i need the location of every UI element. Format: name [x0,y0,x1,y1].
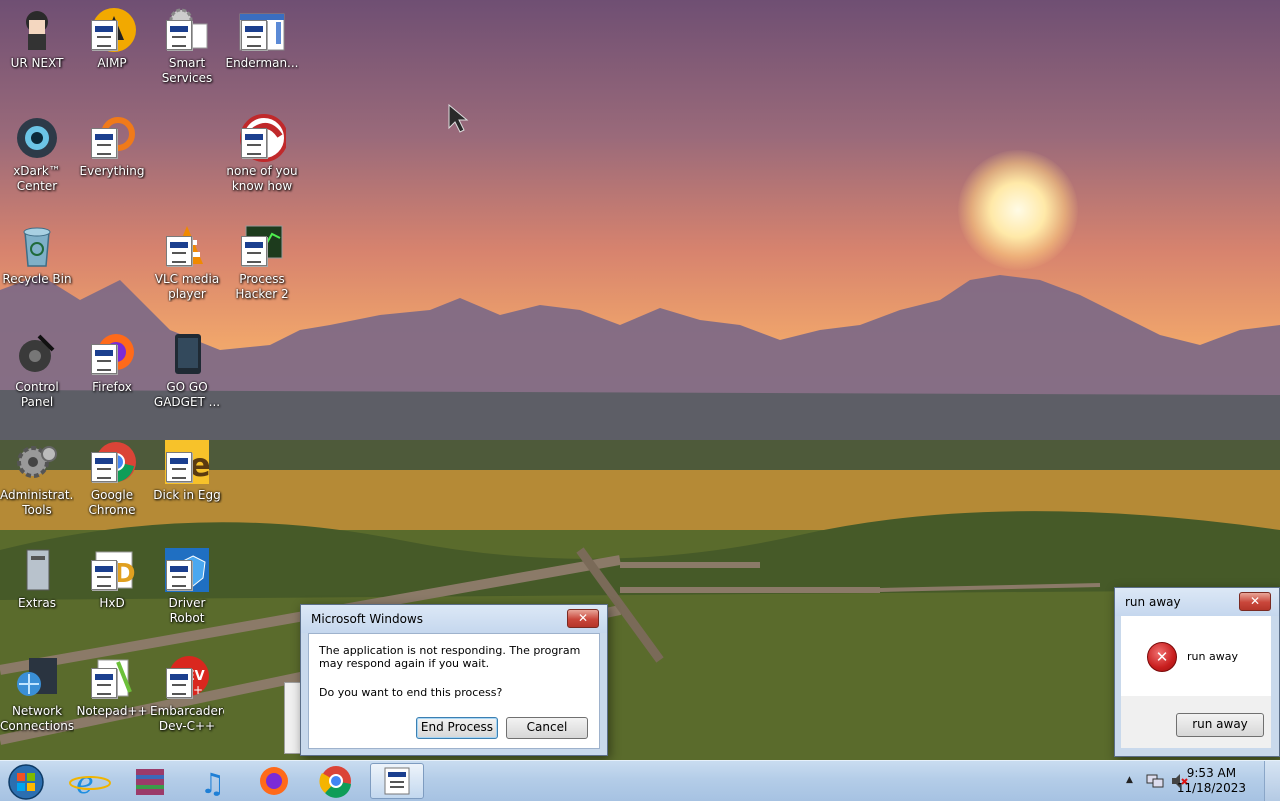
icon-firefox[interactable]: Firefox [75,324,149,395]
wallpaper-sun [958,150,1078,270]
show-desktop-button[interactable] [1264,761,1280,801]
gears-icon [13,438,61,486]
system-clock[interactable]: 9:53 AM 11/18/2023 [1177,766,1246,796]
icon-everything[interactable]: Everything [75,108,149,179]
chrome-icon [319,766,351,798]
taskbar-firefox[interactable] [246,763,302,799]
run-away-body: ✕ run away [1121,616,1271,696]
archive-icon [136,769,164,795]
network-icon [13,654,61,702]
shield-icon [163,546,211,594]
svg-text:e: e [76,766,94,799]
icon-devcpp[interactable]: DEV+ Embarcadero Dev-C++ [150,648,224,734]
firefox-icon [88,330,136,378]
clock-time: 9:53 AM [1186,766,1237,780]
dialog-title: Microsoft Windows [311,612,423,626]
gear-icon [163,6,211,54]
icon-hxd[interactable]: D HxD [75,540,149,611]
red-circle-icon [238,114,288,162]
icon-extras[interactable]: Extras [0,540,74,611]
icon-dick-in-egg[interactable]: e Dick in Egg [150,432,224,503]
icon-aimp[interactable]: AIMP [75,0,149,71]
dark-cube-icon [163,330,211,378]
svg-text:e: e [189,446,211,484]
svg-text:D: D [114,559,136,589]
notepad-icon [88,654,136,702]
icon-smart-services[interactable]: Smart Services [150,0,224,86]
mouse-cursor-icon [448,104,469,133]
generic-app-icon [384,767,410,795]
music-note-icon: ♫ [200,767,225,800]
end-process-button[interactable]: End Process [416,717,498,739]
taskbar-archive-app[interactable] [122,763,178,799]
tower-icon [13,546,61,594]
vlc-cone-icon [163,222,211,270]
not-responding-dialog[interactable]: Microsoft Windows ✕ The application is n… [300,604,608,756]
recycle-bin-icon [13,222,61,270]
icon-notepadpp[interactable]: Notepad++ [75,648,149,719]
aimp-icon [88,6,136,54]
run-away-title: run away [1125,595,1181,609]
devcpp-icon: DEV+ [163,654,211,702]
icon-google-chrome[interactable]: Google Chrome [75,432,149,518]
icon-recycle-bin[interactable]: Recycle Bin [0,216,74,287]
taskbar-chrome[interactable] [308,763,364,799]
taskbar-active-app[interactable] [370,763,424,799]
icon-none-of-you[interactable]: none of you know how ... [225,108,299,194]
dialog-question: Do you want to end this process? [319,686,503,699]
error-icon: ✕ [1147,642,1177,672]
icon-control-panel[interactable]: Control Panel [0,324,74,410]
svg-text:+: + [193,683,203,697]
dialog-body: The application is not responding. The p… [308,633,600,749]
desktop[interactable]: UR NEXT AIMP Smart Services Enderman... … [0,0,1280,760]
anime-character-icon [13,6,61,54]
chrome-icon [88,438,136,486]
dialog-message: The application is not responding. The p… [319,644,581,670]
taskbar: e ♫ ▲ 9:53 AM 11/18/2023 [0,760,1280,801]
control-panel-icon [13,330,61,378]
run-away-footer: run away [1121,696,1271,748]
dialog-close-button[interactable]: ✕ [567,609,599,628]
icon-ur-next[interactable]: UR NEXT [0,0,74,71]
svg-text:♫: ♫ [200,767,225,799]
tray-overflow-arrow[interactable]: ▲ [1126,775,1133,785]
run-away-dialog[interactable]: run away ✕ ✕ run away run away [1114,587,1280,757]
egg-app-icon: e [163,438,211,486]
icon-admin-tools[interactable]: Administrat... Tools [0,432,74,518]
network-tray-icon[interactable] [1146,773,1164,789]
hex-editor-icon: D [88,546,136,594]
search-icon [88,114,136,162]
run-away-message: run away [1187,650,1238,663]
internet-explorer-icon: e [69,766,111,801]
cancel-button[interactable]: Cancel [506,717,588,739]
firefox-icon [260,767,288,795]
run-away-close-button[interactable]: ✕ [1239,592,1271,611]
run-away-button[interactable]: run away [1176,713,1264,737]
icon-go-go-gadget[interactable]: GO GO GADGET ... [150,324,224,410]
taskbar-internet-explorer[interactable]: e [62,763,118,801]
icon-enderman[interactable]: Enderman... [225,0,299,71]
icon-network-connections[interactable]: Network Connections [0,648,74,734]
windows-logo-icon [8,764,44,800]
window-app-icon [238,6,286,54]
icon-driver-robot[interactable]: Driver Robot v2.5.4.2 [150,540,224,626]
taskbar-music-app[interactable]: ♫ [184,763,240,800]
start-button[interactable] [6,763,46,801]
dialog-titlebar[interactable]: Microsoft Windows ✕ [301,605,607,633]
clock-date: 11/18/2023 [1176,781,1246,795]
run-away-titlebar[interactable]: run away ✕ [1115,588,1279,616]
icon-vlc[interactable]: VLC media player [150,216,224,302]
icon-process-hacker[interactable]: Process Hacker 2 [225,216,299,302]
monitor-chart-icon [238,222,286,270]
webcam-icon [13,114,61,162]
icon-xdark-center[interactable]: xDark™ Center [0,108,74,194]
